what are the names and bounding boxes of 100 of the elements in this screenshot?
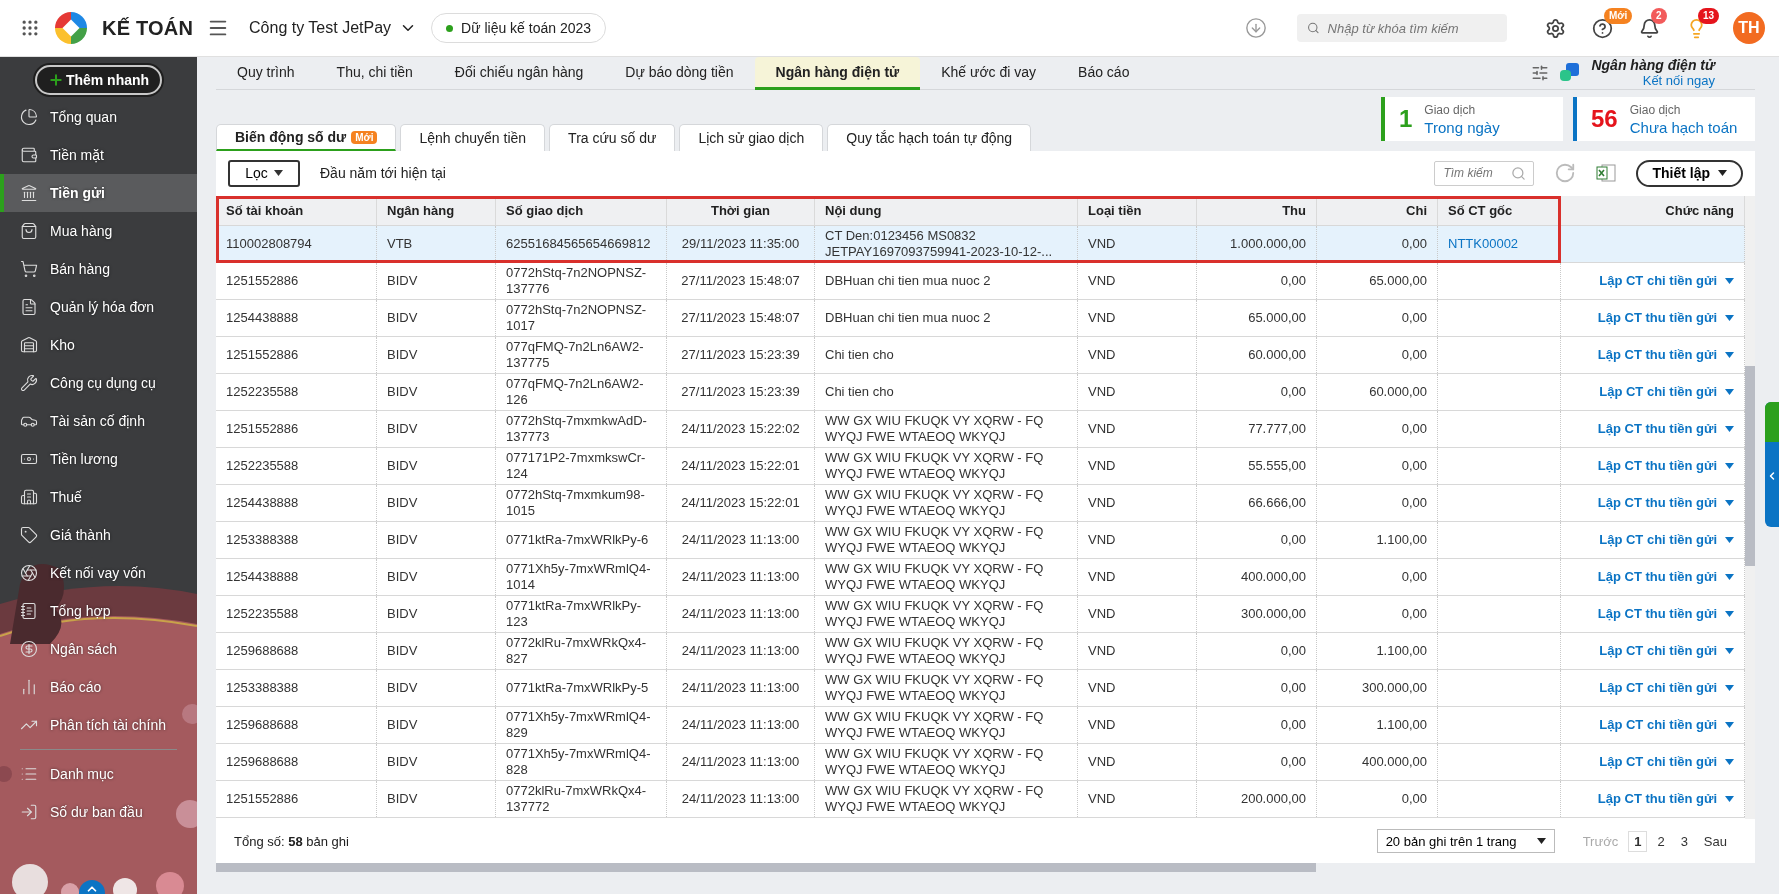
table-cell: 400.000,00 [1197,558,1317,595]
caret-icon [1725,314,1734,321]
create-voucher-button[interactable]: Lập CT chi tiền gửi [1599,531,1734,548]
stat-link[interactable]: Trong ngày [1424,119,1500,136]
table-cell: Chi tien cho [815,336,1078,373]
side-panel-toggle[interactable] [1765,402,1779,527]
bank-icon [20,184,38,202]
help-icon[interactable] [1592,17,1613,39]
column-settings-icon[interactable] [1531,64,1550,82]
table-cell: 0,00 [1197,669,1317,706]
table-cell: 1251552886 [216,780,377,817]
table-cell: WW GX WIU FKUQK VY XQRW - FQ WYQJ FWE WTAEOQ WKYQJ [815,632,1078,669]
settings-button[interactable]: Thiết lập [1636,159,1743,187]
sidebar-item[interactable]: Phân tích tài chính [0,706,197,744]
sidebar-item[interactable]: Công cụ dụng cụ [0,364,197,402]
search-field[interactable]: Nhập từ khóa tìm kiếm [1297,14,1507,42]
page-link[interactable]: 1 [1628,830,1648,852]
sidebar-item[interactable]: Tổng quan [0,98,197,136]
warehouse-icon [20,336,38,354]
caret-icon [1725,425,1734,432]
sidebar-item[interactable]: Tiền mặt [0,136,197,174]
sub-tab[interactable]: Lịch sử giao dịch [679,124,824,151]
table-cell: VND [1078,373,1197,410]
module-tab[interactable]: Quy trình [216,57,316,90]
sub-tab[interactable]: Lệnh chuyển tiền [400,124,546,151]
filter-button[interactable]: Lọc [228,159,300,187]
bar-chart-icon [20,678,38,696]
sub-tab[interactable]: Tra cứu số dư [549,124,676,151]
create-voucher-button[interactable]: Lập CT thu tiền gửi [1597,790,1734,807]
sidebar-item[interactable]: Báo cáo [0,668,197,706]
caret-icon [1725,610,1734,617]
table-cell: 27/11/2023 15:48:07 [667,262,815,299]
e-banking-title: Ngân hàng điện tử [1591,58,1715,73]
sidebar-item[interactable]: Bán hàng [0,250,197,288]
sidebar-item[interactable]: Mua hàng [0,212,197,250]
vertical-scrollbar[interactable] [1745,195,1755,820]
table-cell: 400.000,00 [1317,743,1438,780]
settings-icon[interactable] [1545,17,1566,39]
create-voucher-button[interactable]: Lập CT thu tiền gửi [1597,568,1734,585]
document-link[interactable]: NTTK00002 [1448,235,1519,252]
table-cell: 0,00 [1317,410,1438,447]
module-tab[interactable]: Đối chiếu ngân hàng [433,57,605,90]
create-voucher-button[interactable]: Lập CT thu tiền gửi [1597,346,1734,363]
create-voucher-button[interactable]: Lập CT chi tiền gửi [1599,272,1734,289]
sub-tab[interactable]: Quy tắc hạch toán tự động [827,124,1032,151]
table-cell: 1259688688 [216,706,377,743]
table-cell: BIDV [377,484,496,521]
connect-link[interactable]: Kết nối ngay [1642,73,1715,88]
sidebar-item[interactable]: Tổng hợp [0,592,197,630]
stat-count: 56 [1591,105,1618,133]
create-voucher-button[interactable]: Lập CT chi tiền gửi [1599,679,1734,696]
sidebar-item[interactable]: Tiền gửi [0,174,197,212]
page-size-select[interactable]: 20 bản ghi trên 1 trang [1376,829,1555,854]
sidebar-item[interactable]: Kết nối vay vốn [0,554,197,592]
module-tab[interactable]: Khế ước đi vay [920,57,1058,90]
sidebar-item[interactable]: Giá thành [0,516,197,554]
create-voucher-button[interactable]: Lập CT chi tiền gửi [1599,716,1734,733]
column-header: Chi [1317,195,1438,225]
search-input[interactable]: Nhập từ khóa tìm kiếm [1325,19,1497,37]
sidebar-item[interactable]: Kho [0,326,197,364]
table-cell: BIDV [377,558,496,595]
quick-add-button[interactable]: Thêm nhanh [35,65,162,95]
create-voucher-button[interactable]: Lập CT chi tiền gửi [1599,642,1734,659]
table-cell: 200.000,00 [1197,780,1317,817]
sidebar-item[interactable]: Danh mục [0,755,197,793]
download-icon[interactable] [1245,17,1267,39]
company-selector[interactable]: Công ty Test JetPay [249,19,418,37]
sidebar-item[interactable]: Thuế [0,478,197,516]
table-cell: 27/11/2023 15:23:39 [667,373,815,410]
table-cell: BIDV [377,336,496,373]
module-tab[interactable]: Thu, chi tiền [315,57,434,90]
table-cell: 1252235588 [216,595,377,632]
sidebar-item[interactable]: Ngân sách [0,630,197,668]
stat-link[interactable]: Chưa hạch toán [1629,119,1738,136]
module-tab[interactable]: Dự báo dòng tiền [604,57,755,90]
create-voucher-button[interactable]: Lập CT chi tiền gửi [1599,753,1734,770]
module-tab[interactable]: Ngân hàng điện tử [754,57,921,90]
sidebar-item[interactable]: Số dư ban đầu [0,793,197,831]
module-tab[interactable]: Báo cáo [1057,57,1151,90]
list-icon [20,765,38,783]
sidebar-item[interactable]: Quản lý hóa đơn [0,288,197,326]
column-header: Số CT gốc [1438,195,1561,225]
table-cell: 0,00 [1197,743,1317,780]
apps-grid-icon[interactable] [20,18,40,38]
sidebar-item[interactable]: Tiền lương [0,440,197,478]
sidebar-item[interactable]: Tài sản cố định [0,402,197,440]
create-voucher-button[interactable]: Lập CT chi tiền gửi [1599,383,1734,400]
table-cell: VND [1078,669,1197,706]
caret-icon [1725,758,1734,765]
create-voucher-button[interactable]: Lập CT thu tiền gửi [1597,494,1734,511]
create-voucher-button[interactable]: Lập CT thu tiền gửi [1597,457,1734,474]
search-field[interactable]: Tìm kiếm [1434,160,1535,186]
create-voucher-button[interactable]: Lập CT thu tiền gửi [1597,309,1734,326]
bell-icon[interactable] [1639,17,1660,39]
table-cell: 1252235588 [216,373,377,410]
create-voucher-button[interactable]: Lập CT thu tiền gửi [1597,420,1734,437]
sub-tab[interactable]: Biến động số dư Mới [216,124,397,151]
create-voucher-button[interactable]: Lập CT thu tiền gửi [1597,605,1734,622]
horizontal-scrollbar[interactable] [216,863,1755,872]
excel-icon[interactable] [1596,163,1617,184]
